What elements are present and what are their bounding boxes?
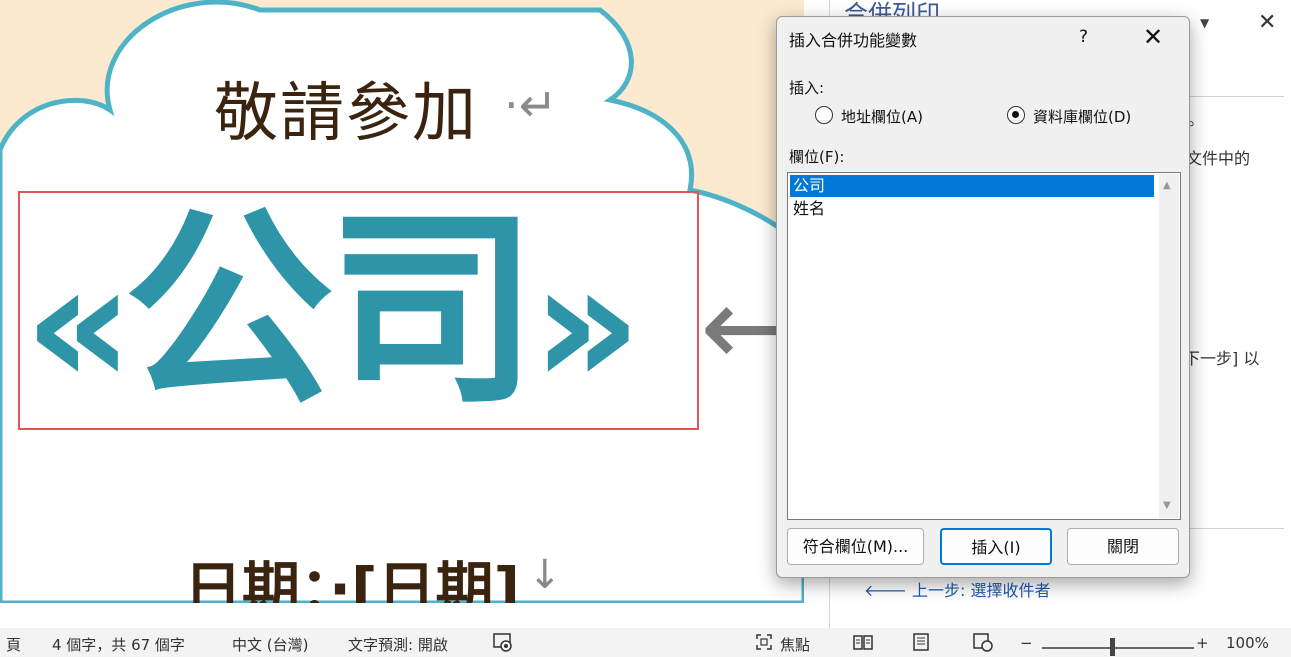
zoom-out-button[interactable]: −	[1020, 634, 1033, 652]
chevron-down-icon[interactable]: ▼	[1200, 16, 1209, 30]
status-bar: 頁 4 個字，共 67 個字 中文 (台灣) 文字預測: 開啟 焦點 − + 1…	[0, 628, 1291, 657]
document-canvas[interactable]: 敬請參加 ·↵ «公司» ← 日期：·[日期] ↓	[0, 0, 804, 603]
invite-heading: 敬請參加	[214, 77, 478, 151]
close-icon[interactable]: ✕	[1258, 10, 1276, 35]
word-count[interactable]: 4 個字，共 67 個字	[52, 634, 185, 655]
fields-listbox[interactable]: 公司 姓名 ▲ ▼	[787, 172, 1181, 520]
pane-text-2: 文件中的	[1186, 149, 1251, 168]
back-link-label: 上一步: 選擇收件者	[912, 581, 1051, 600]
guillemet-open: «	[24, 226, 134, 424]
scroll-down-icon[interactable]: ▼	[1163, 500, 1171, 511]
accessibility-icon[interactable]	[492, 632, 514, 656]
zoom-level[interactable]: 100%	[1226, 634, 1269, 652]
radio-address-label[interactable]: 地址欄位(A)	[841, 106, 923, 127]
web-layout-icon[interactable]	[972, 632, 994, 656]
pane-text-3: 下一步] 以	[1184, 349, 1260, 368]
scroll-up-icon[interactable]: ▲	[1163, 180, 1171, 191]
zoom-in-button[interactable]: +	[1196, 634, 1209, 652]
pane-text-1: 。	[1188, 110, 1205, 129]
scrollbar[interactable]: ▲ ▼	[1159, 174, 1179, 518]
line-break-mark: ↓	[528, 552, 562, 598]
insert-button[interactable]: 插入(I)	[940, 528, 1052, 565]
merge-field-company[interactable]: «公司»	[24, 193, 700, 429]
paragraph-mark: ·↵	[504, 78, 558, 132]
radio-address-fields[interactable]	[815, 106, 833, 124]
list-item[interactable]: 姓名	[790, 198, 1154, 220]
dialog-close-button[interactable]: ✕	[1143, 23, 1163, 51]
match-fields-button[interactable]: 符合欄位(M)...	[787, 528, 924, 565]
close-button[interactable]: 關閉	[1067, 528, 1179, 565]
help-button[interactable]: ?	[1079, 27, 1088, 47]
company-field-text: 公司	[123, 188, 538, 433]
back-link[interactable]: 🡐 上一步: 選擇收件者	[864, 577, 1050, 601]
focus-icon[interactable]	[754, 632, 774, 656]
zoom-slider-track[interactable]	[1042, 647, 1194, 649]
radio-database-fields[interactable]	[1007, 106, 1025, 124]
insert-merge-field-dialog: 插入合併功能變數 ? ✕ 插入: 地址欄位(A) 資料庫欄位(D) 欄位(F):…	[776, 16, 1190, 578]
dialog-title: 插入合併功能變數	[789, 31, 918, 50]
fields-label: 欄位(F):	[789, 148, 845, 166]
text-prediction-status[interactable]: 文字預測: 開啟	[348, 634, 448, 655]
radio-database-label[interactable]: 資料庫欄位(D)	[1033, 106, 1131, 127]
focus-label[interactable]: 焦點	[780, 634, 810, 655]
guillemet-close: »	[531, 226, 642, 424]
insert-label: 插入:	[789, 79, 825, 97]
language-indicator[interactable]: 中文 (台灣)	[232, 634, 308, 655]
date-line: 日期：·[日期]	[184, 555, 521, 603]
list-item[interactable]: 公司	[790, 175, 1154, 197]
merge-field-highlight: «公司»	[18, 191, 699, 430]
zoom-slider-thumb[interactable]	[1110, 638, 1115, 656]
arrow-left-icon: 🡐	[864, 581, 907, 600]
page-indicator[interactable]: 頁	[6, 634, 21, 655]
print-layout-icon[interactable]	[912, 632, 930, 656]
read-mode-icon[interactable]	[852, 632, 874, 656]
